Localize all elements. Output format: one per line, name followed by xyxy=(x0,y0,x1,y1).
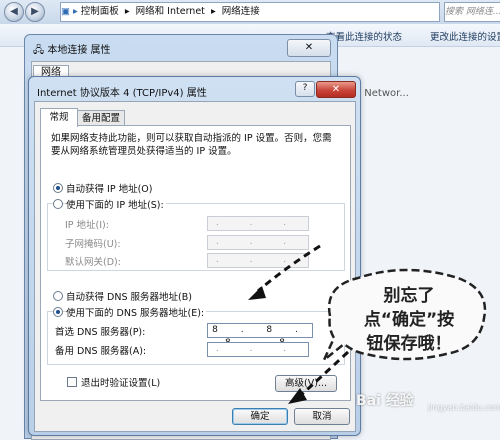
dns-arrowhead xyxy=(248,286,266,300)
dns-pointer-arrow xyxy=(257,244,321,293)
watermark-url: jingyan.baidu.com xyxy=(428,403,500,412)
annotation-line: 点“确定”按 xyxy=(363,310,455,330)
tab-general[interactable]: 常规 xyxy=(40,108,78,127)
annotation-line: 钮保存哦！ xyxy=(366,334,452,354)
ok-arrowhead xyxy=(288,388,307,404)
annotation-arrows xyxy=(248,244,350,404)
annotation-line: 别忘了 xyxy=(383,286,435,306)
watermark-logo: Bai 经验 xyxy=(356,393,414,409)
annotation-text: 别忘了 点“确定”按 钮保存哦！ xyxy=(346,284,472,356)
